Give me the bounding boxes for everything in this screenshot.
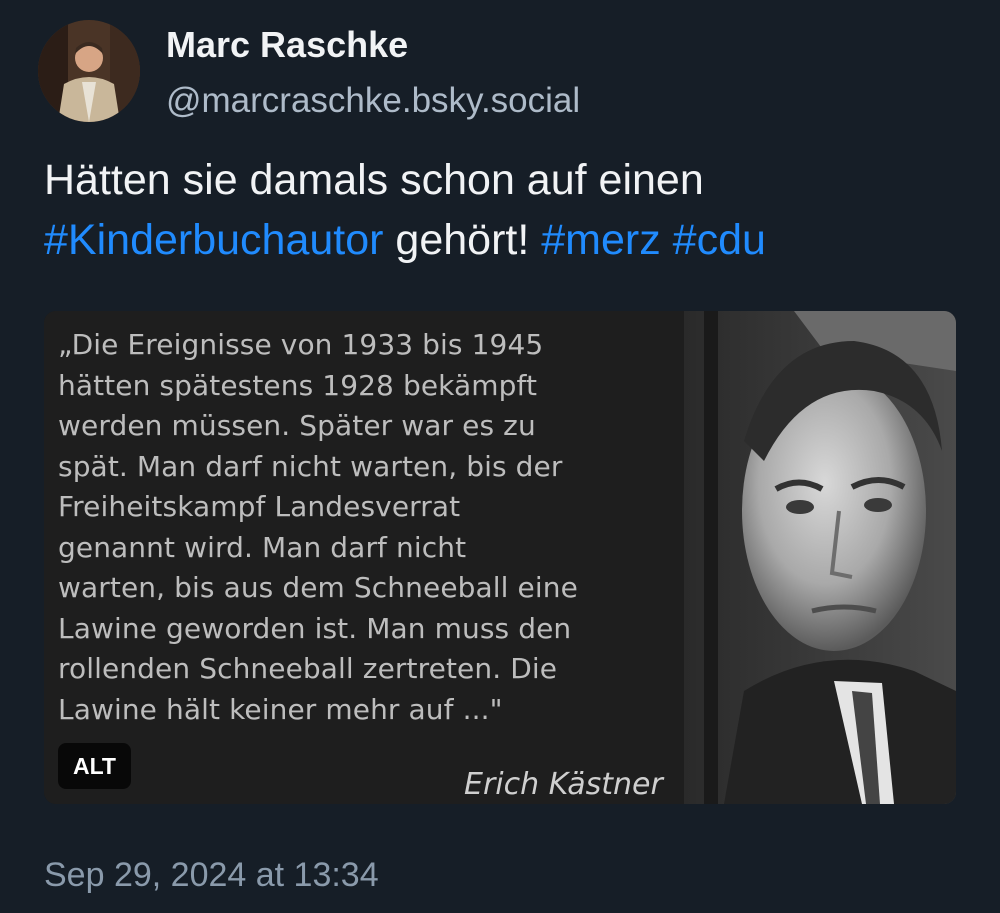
avatar-image (38, 20, 140, 122)
post-text-part (661, 216, 673, 264)
avatar[interactable] (38, 20, 140, 122)
hashtag-link-cdu[interactable]: #cdu (673, 216, 766, 264)
post-timestamp[interactable]: Sep 29, 2024 at 13:34 (44, 854, 379, 896)
post-text: Hätten sie damals schon auf einen #Kinde… (44, 150, 964, 270)
author-handle[interactable]: @marcraschke.bsky.social (166, 80, 580, 122)
author-name[interactable]: Marc Raschke (166, 24, 408, 66)
alt-text-button[interactable]: ALT (58, 743, 131, 789)
post-card: Marc Raschke @marcraschke.bsky.social Hä… (0, 0, 1000, 913)
post-image[interactable]: „Die Ereignisse von 1933 bis 1945 hätten… (44, 311, 956, 804)
post-text-part: Hätten sie damals schon auf einen (44, 156, 704, 204)
portrait-photo (684, 311, 956, 804)
quote-text: „Die Ereignisse von 1933 bis 1945 hätten… (58, 328, 578, 726)
hashtag-link-merz[interactable]: #merz (541, 216, 660, 264)
hashtag-link-kinderbuchautor[interactable]: #Kinderbuchautor (44, 216, 383, 264)
quote-panel: „Die Ereignisse von 1933 bis 1945 hätten… (44, 311, 694, 804)
quote-author: Erich Kästner (464, 767, 663, 802)
post-text-part: gehört! (383, 216, 542, 264)
